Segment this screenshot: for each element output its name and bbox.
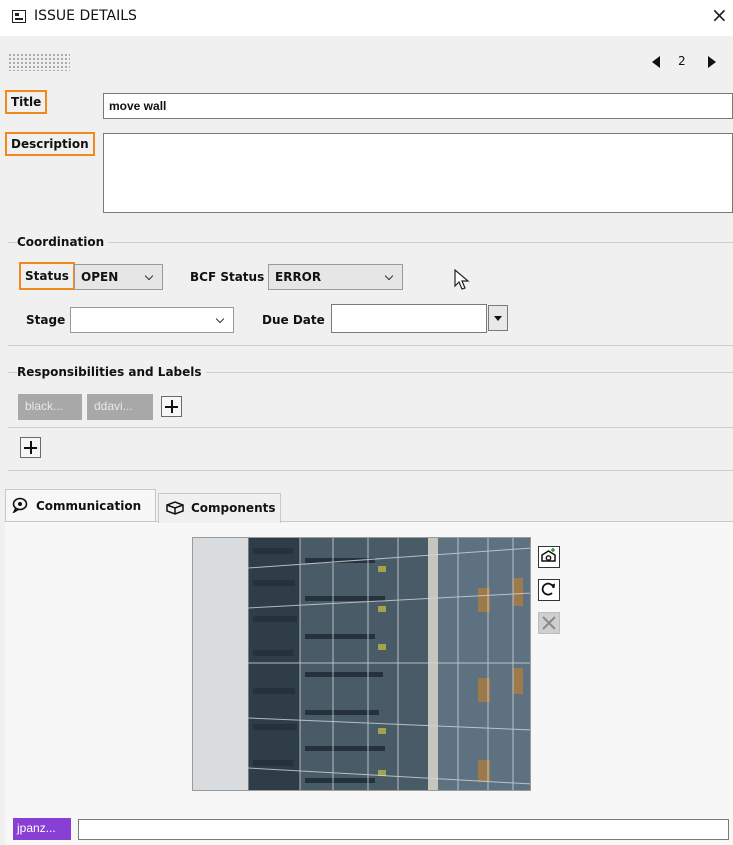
coordination-group-title: Coordination <box>17 235 109 249</box>
section-divider <box>8 345 733 346</box>
title-input[interactable] <box>103 93 733 119</box>
viewpoint-snapshot[interactable] <box>192 537 531 791</box>
description-label: Description <box>5 132 95 156</box>
status-select-value: OPEN <box>81 270 119 284</box>
drag-grip-handle[interactable] <box>8 53 70 71</box>
due-date-input[interactable] <box>331 304 487 333</box>
bcf-status-label: BCF Status <box>190 270 265 284</box>
responsibility-chip[interactable]: ddavi... <box>87 394 153 420</box>
window-title: ISSUE DETAILS <box>34 8 137 24</box>
due-date-label: Due Date <box>262 313 325 327</box>
tab-communication[interactable]: Communication <box>5 489 156 521</box>
tab-communication-label: Communication <box>36 499 142 513</box>
delete-viewpoint-button[interactable] <box>538 612 560 634</box>
chat-icon <box>12 497 30 516</box>
due-date-dropdown-icon[interactable] <box>488 305 508 331</box>
responsibility-chip[interactable]: black... <box>18 394 82 420</box>
bcf-status-select[interactable]: ERROR <box>268 264 403 290</box>
comment-author-badge: jpanz... <box>13 818 71 840</box>
building-snapshot-image <box>193 538 530 790</box>
tab-components-label: Components <box>191 501 276 515</box>
stage-select[interactable] <box>70 307 234 333</box>
title-bar: ISSUE DETAILS × <box>0 0 733 36</box>
issue-page-number: 2 <box>678 54 686 68</box>
next-issue-icon[interactable] <box>708 56 716 68</box>
previous-issue-icon[interactable] <box>652 56 660 68</box>
refresh-viewpoint-button[interactable] <box>538 579 560 601</box>
title-label: Title <box>5 90 48 114</box>
capture-viewpoint-button[interactable] <box>538 546 560 568</box>
section-divider <box>8 470 733 471</box>
chevron-down-icon <box>144 271 154 281</box>
chevron-down-icon <box>215 314 225 324</box>
add-responsibility-button[interactable] <box>161 396 182 417</box>
mouse-cursor-icon <box>454 269 470 290</box>
description-input[interactable] <box>103 133 733 213</box>
status-select[interactable]: OPEN <box>74 264 163 290</box>
comment-input[interactable] <box>78 819 729 840</box>
camera-add-icon <box>541 548 556 562</box>
status-label: Status <box>19 262 75 290</box>
coordination-group <box>8 242 733 243</box>
component-icon <box>165 501 185 518</box>
stage-label: Stage <box>26 313 66 327</box>
tab-components[interactable]: Components <box>158 493 281 523</box>
chevron-down-icon <box>384 271 394 281</box>
section-divider <box>8 427 733 428</box>
delete-x-icon <box>542 616 556 630</box>
add-label-button[interactable] <box>20 437 41 458</box>
bcf-status-select-value: ERROR <box>275 270 322 284</box>
close-icon[interactable]: × <box>711 5 728 25</box>
responsibilities-group-title: Responsibilities and Labels <box>17 365 206 379</box>
issue-window-icon <box>12 10 26 23</box>
refresh-icon <box>541 582 555 596</box>
